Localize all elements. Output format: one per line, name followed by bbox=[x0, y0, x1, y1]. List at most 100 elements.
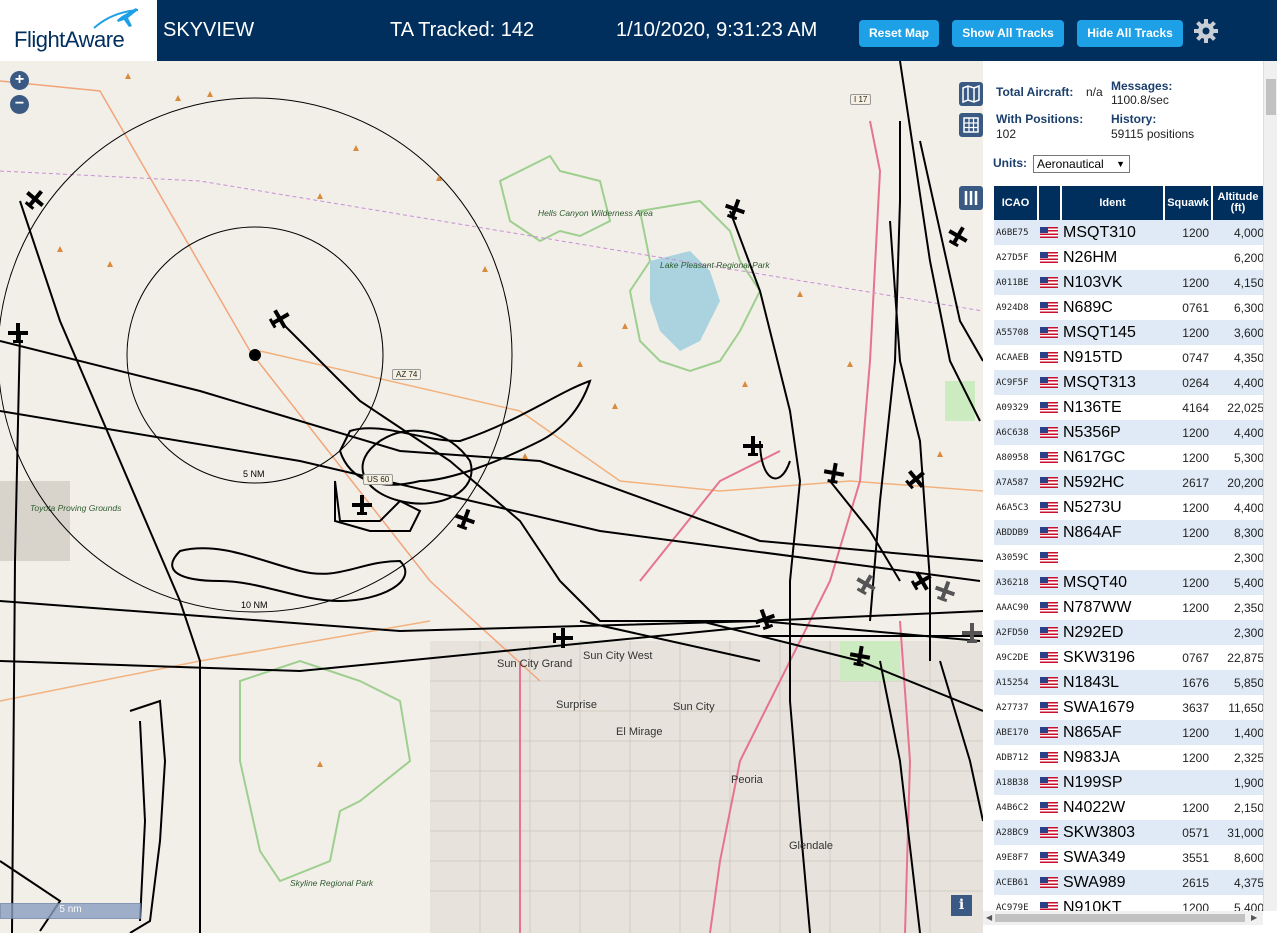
zoom-out-button[interactable]: − bbox=[10, 95, 29, 114]
table-row[interactable]: A2FD50 N292ED 2,300 bbox=[994, 620, 1264, 645]
cell-ident: N199SP bbox=[1061, 770, 1164, 795]
table-row[interactable]: A4B6C2 N4022W 1200 2,150 bbox=[994, 795, 1264, 820]
table-row[interactable]: A7A587 N592HC 2617 20,200 bbox=[994, 470, 1264, 495]
col-flag[interactable] bbox=[1038, 186, 1062, 220]
zoom-in-button[interactable]: + bbox=[10, 71, 29, 90]
messages-label: Messages: bbox=[1111, 79, 1173, 93]
table-row[interactable]: A9C2DE SKW3196 0767 22,875 bbox=[994, 645, 1264, 670]
cell-altitude: 31,000 bbox=[1212, 820, 1264, 845]
table-row[interactable]: A55708 MSQT145 1200 3,600 bbox=[994, 320, 1264, 345]
cell-altitude: 22,025 bbox=[1212, 395, 1264, 420]
table-row[interactable]: ACEB61 SWA989 2615 4,375 bbox=[994, 870, 1264, 895]
cell-icao: A3059C bbox=[994, 545, 1038, 570]
cell-icao: A6C638 bbox=[994, 420, 1038, 445]
cell-altitude: 6,300 bbox=[1212, 295, 1264, 320]
cell-icao: A80958 bbox=[994, 445, 1038, 470]
table-row[interactable]: ADB712 N983JA 1200 2,325 bbox=[994, 745, 1264, 770]
label-skyline: Skyline Regional Park bbox=[290, 878, 374, 888]
cell-icao: AC9F5F bbox=[994, 370, 1038, 395]
flightaware-logo[interactable]: FlightAware bbox=[0, 0, 157, 61]
cell-flag bbox=[1038, 395, 1061, 420]
us-flag-icon bbox=[1040, 226, 1058, 238]
cell-ident: N26HM bbox=[1061, 245, 1164, 270]
table-row[interactable]: ABE170 N865AF 1200 1,400 bbox=[994, 720, 1264, 745]
cell-squawk: 1200 bbox=[1164, 320, 1212, 345]
panel-horizontal-scrollbar[interactable]: ◀ ▶ bbox=[983, 911, 1263, 925]
cell-ident: N617GC bbox=[1061, 445, 1164, 470]
us-flag-icon bbox=[1040, 701, 1058, 713]
table-row[interactable]: A924D8 N689C 0761 6,300 bbox=[994, 295, 1264, 320]
show-all-tracks-button[interactable]: Show All Tracks bbox=[952, 20, 1064, 47]
hide-all-tracks-button[interactable]: Hide All Tracks bbox=[1077, 20, 1183, 47]
panel-vertical-scrollbar[interactable] bbox=[1263, 61, 1277, 911]
reset-map-button[interactable]: Reset Map bbox=[859, 20, 939, 47]
us-flag-icon bbox=[1040, 626, 1058, 638]
us-flag-icon bbox=[1040, 451, 1058, 463]
table-row[interactable]: A27D5F N26HM 6,200 bbox=[994, 245, 1264, 270]
map-view[interactable]: + − Hells Canyon Wilderness Area Lake Pl… bbox=[0, 61, 983, 933]
table-row[interactable]: ABDDB9 N864AF 1200 8,300 bbox=[994, 520, 1264, 545]
scroll-right-icon[interactable]: ▶ bbox=[1251, 913, 1257, 922]
col-ident[interactable]: Ident bbox=[1061, 186, 1165, 220]
cell-altitude: 4,150 bbox=[1212, 270, 1264, 295]
table-row[interactable]: A011BE N103VK 1200 4,150 bbox=[994, 270, 1264, 295]
table-row[interactable]: A28BC9 SKW3803 0571 31,000 bbox=[994, 820, 1264, 845]
cell-squawk: 3637 bbox=[1164, 695, 1212, 720]
us-flag-icon bbox=[1040, 476, 1058, 488]
table-row[interactable]: A09329 N136TE 4164 22,025 bbox=[994, 395, 1264, 420]
table-row[interactable]: A3059C 2,300 bbox=[994, 545, 1264, 570]
messages-value: 1100.8/sec bbox=[1111, 93, 1169, 107]
map-layers-button[interactable] bbox=[959, 82, 983, 106]
clock: 1/10/2020, 9:31:23 AM bbox=[616, 19, 818, 41]
cell-altitude: 5,400 bbox=[1212, 570, 1264, 595]
table-row[interactable]: A36218 MSQT40 1200 5,400 bbox=[994, 570, 1264, 595]
map-canvas[interactable] bbox=[0, 61, 983, 933]
cell-icao: A55708 bbox=[994, 320, 1038, 345]
table-row[interactable]: A6A5C3 N5273U 1200 4,400 bbox=[994, 495, 1264, 520]
col-altitude[interactable]: Altitude (ft) bbox=[1212, 186, 1265, 220]
cell-altitude: 2,150 bbox=[1212, 795, 1264, 820]
cell-ident: N592HC bbox=[1061, 470, 1164, 495]
scroll-left-icon[interactable]: ◀ bbox=[986, 913, 992, 922]
table-row[interactable]: A27737 SWA1679 3637 11,650 bbox=[994, 695, 1264, 720]
label-sun-city-grand: Sun City Grand bbox=[497, 658, 573, 670]
col-icao[interactable]: ICAO bbox=[994, 186, 1039, 220]
table-row[interactable]: A80958 N617GC 1200 5,300 bbox=[994, 445, 1264, 470]
table-row[interactable]: A18B38 N199SP 1,900 bbox=[994, 770, 1264, 795]
cell-altitude: 4,400 bbox=[1212, 495, 1264, 520]
table-row[interactable]: AC9F5F MSQT313 0264 4,400 bbox=[994, 370, 1264, 395]
cell-squawk: 1200 bbox=[1164, 220, 1212, 245]
cell-flag bbox=[1038, 645, 1061, 670]
cell-ident: N103VK bbox=[1061, 270, 1164, 295]
cell-squawk: 2615 bbox=[1164, 870, 1212, 895]
units-select[interactable]: Aeronautical ▼ bbox=[1033, 155, 1130, 173]
cell-flag bbox=[1038, 520, 1061, 545]
columns-toggle-button[interactable] bbox=[959, 186, 983, 210]
info-button[interactable]: i bbox=[951, 895, 972, 916]
cell-icao: ABE170 bbox=[994, 720, 1038, 745]
table-row[interactable]: ACAAEB N915TD 0747 4,350 bbox=[994, 345, 1264, 370]
grid-toggle-button[interactable] bbox=[959, 113, 983, 137]
cell-altitude: 4,400 bbox=[1212, 420, 1264, 445]
cell-altitude: 4,350 bbox=[1212, 345, 1264, 370]
cell-altitude: 5,300 bbox=[1212, 445, 1264, 470]
cell-ident: N136TE bbox=[1061, 395, 1164, 420]
cell-ident: MSQT145 bbox=[1061, 320, 1164, 345]
highway-us60: US 60 bbox=[363, 474, 394, 485]
cell-icao: A2FD50 bbox=[994, 620, 1038, 645]
table-row[interactable]: AAAC90 N787WW 1200 2,350 bbox=[994, 595, 1264, 620]
scroll-thumb[interactable] bbox=[1266, 79, 1276, 115]
us-flag-icon bbox=[1040, 576, 1058, 588]
cell-flag bbox=[1038, 845, 1061, 870]
brand-name: FlightAware bbox=[14, 27, 125, 52]
table-row[interactable]: A15254 N1843L 1676 5,850 bbox=[994, 670, 1264, 695]
gear-icon[interactable] bbox=[1193, 18, 1219, 44]
label-el-mirage: El Mirage bbox=[616, 726, 663, 738]
table-row[interactable]: A6BE75 MSQT310 1200 4,000 bbox=[994, 220, 1264, 245]
col-squawk[interactable]: Squawk bbox=[1164, 186, 1213, 220]
table-row[interactable]: A6C638 N5356P 1200 4,400 bbox=[994, 420, 1264, 445]
table-row[interactable]: A9E8F7 SWA349 3551 8,600 bbox=[994, 845, 1264, 870]
cell-icao: ABDDB9 bbox=[994, 520, 1038, 545]
horizontal-scroll-thumb[interactable] bbox=[995, 914, 1245, 922]
label-hells-canyon: Hells Canyon Wilderness Area bbox=[538, 208, 653, 218]
